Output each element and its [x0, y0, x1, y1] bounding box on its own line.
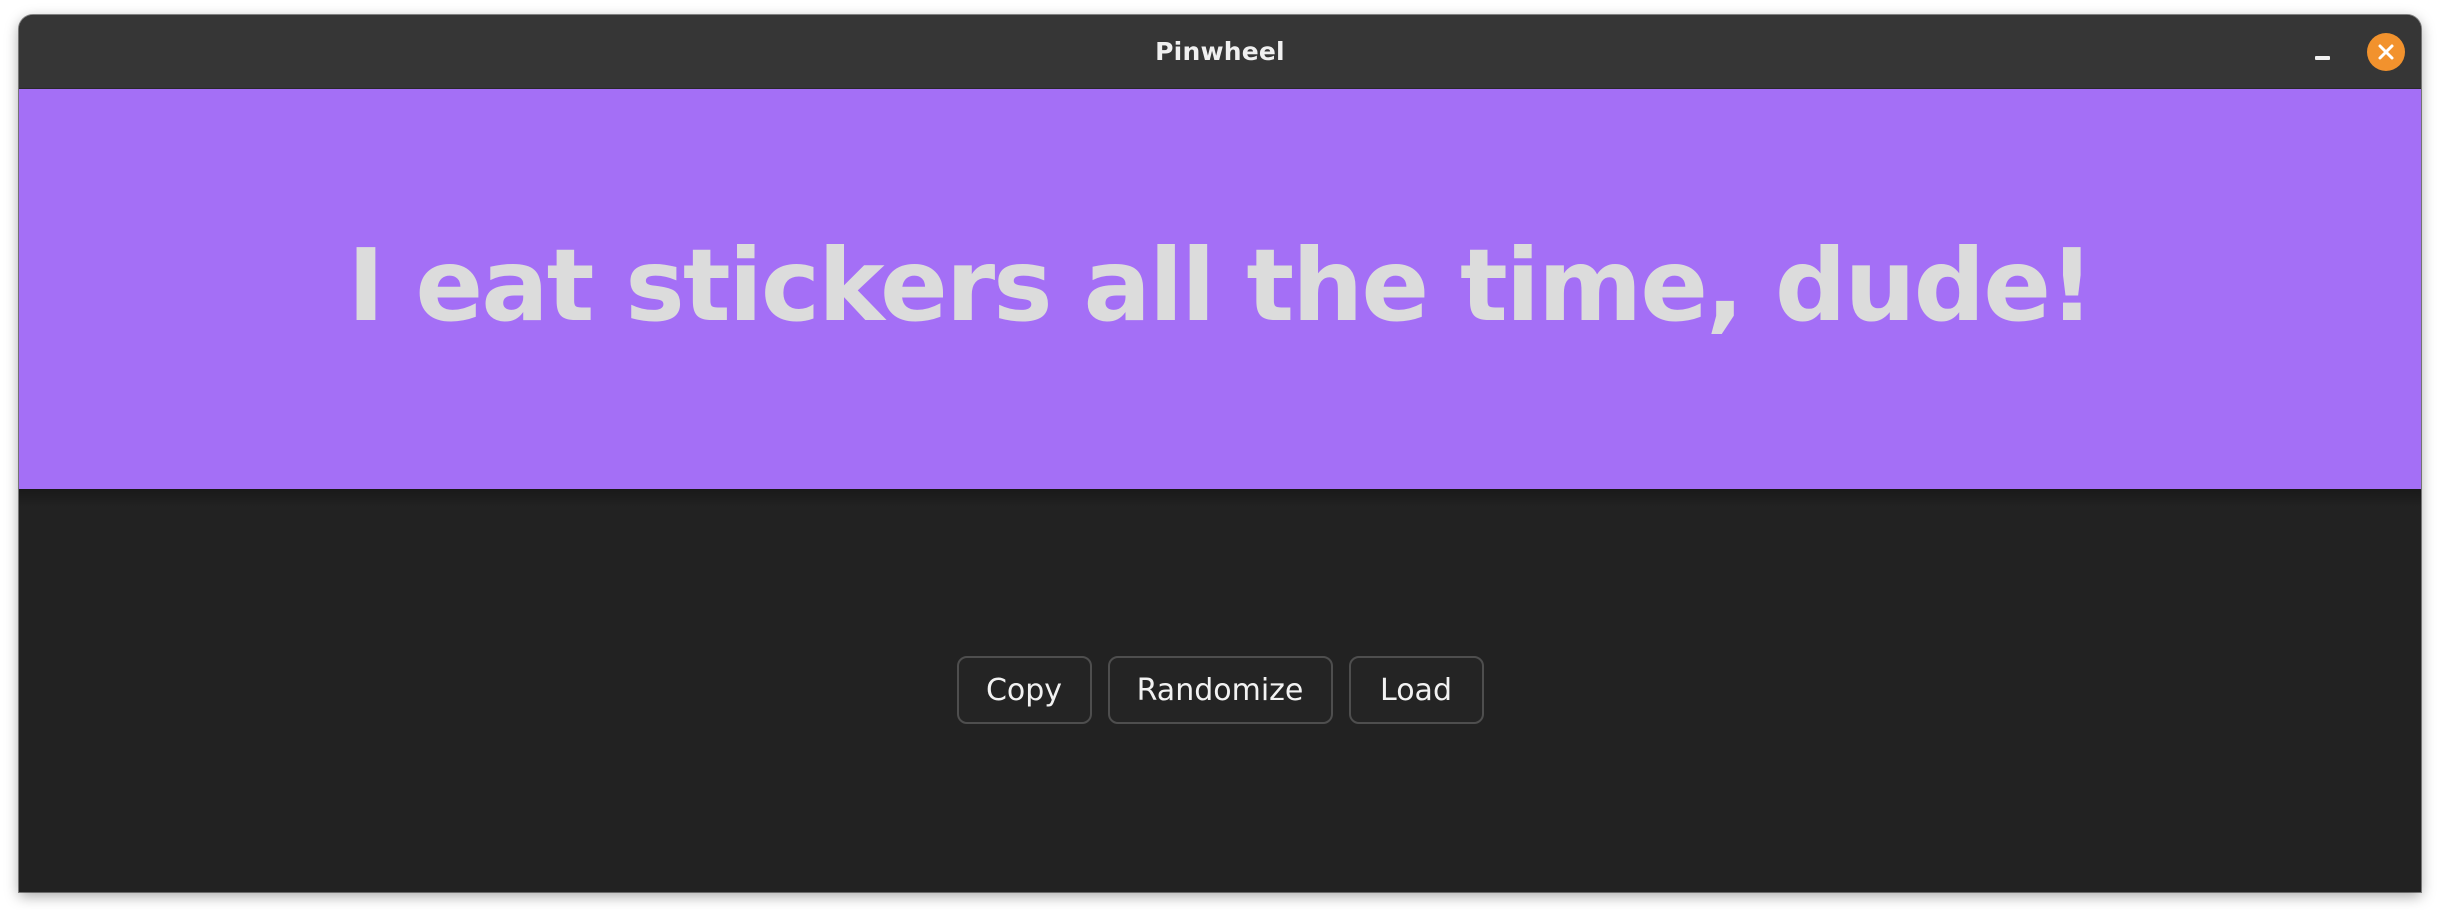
close-icon [2378, 44, 2394, 60]
app-window: Pinwheel I eat stickers all the time, du… [19, 15, 2421, 892]
randomize-button[interactable]: Randomize [1107, 656, 1333, 724]
sticker-banner: I eat stickers all the time, dude! [19, 89, 2421, 489]
banner-text: I eat stickers all the time, dude! [347, 226, 2094, 344]
minimize-button[interactable] [2303, 33, 2341, 71]
window-title: Pinwheel [1155, 37, 1285, 66]
action-buttons: Copy Randomize Load [19, 656, 2421, 726]
close-button[interactable] [2367, 33, 2405, 71]
load-button[interactable]: Load [1348, 656, 1484, 724]
minimize-icon [2314, 56, 2330, 60]
copy-button[interactable]: Copy [956, 656, 1092, 724]
titlebar[interactable]: Pinwheel [19, 15, 2421, 89]
banner-shadow [19, 489, 2421, 507]
desktop: Pinwheel I eat stickers all the time, du… [0, 0, 2440, 910]
